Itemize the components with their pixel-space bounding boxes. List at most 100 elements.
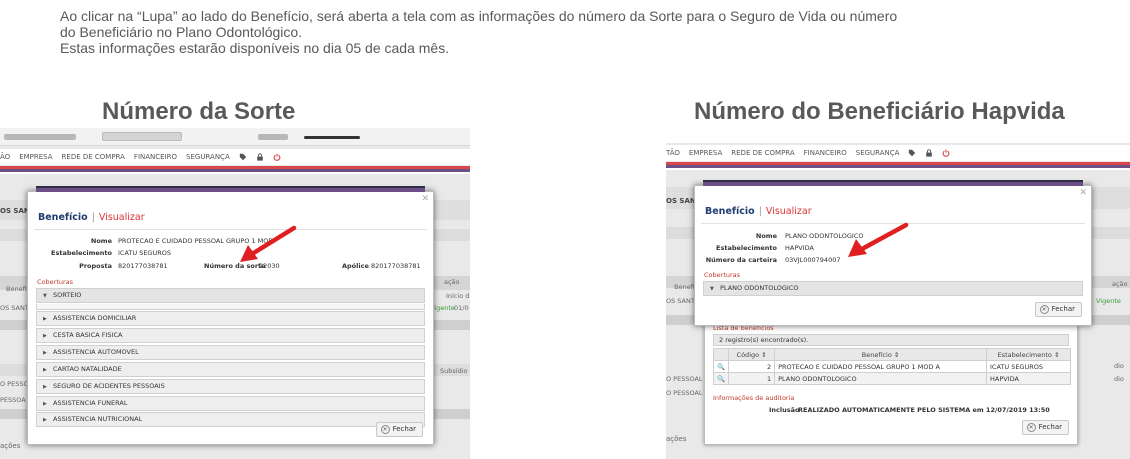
fechar-button[interactable]: ✕ Fechar (1021, 420, 1069, 435)
label-inclusao: Inclusão (769, 406, 800, 414)
close-circle-icon: ✕ (380, 424, 390, 434)
bg-text: PESSOA (0, 396, 26, 404)
blurred-text (4, 134, 76, 140)
label-apolice: Apólice (342, 262, 369, 270)
cobertura-label: SORTEIO (53, 291, 82, 299)
lock-icon[interactable] (925, 149, 933, 157)
cobertura-item-sorteio[interactable]: ▼ SORTEIO (36, 288, 425, 303)
cobertura-item[interactable]: ▶ SEGURO DE ACIDENTES PESSOAIS (36, 379, 425, 394)
nav-menu: TÃO EMPRESA REDE DE COMPRA FINANCEIRO SE… (666, 145, 1130, 161)
value-estabelecimento: HAPVIDA (785, 244, 814, 252)
blurred-select (102, 132, 182, 141)
intro-line-2: do Beneficiário no Plano Odontológico. (60, 24, 303, 40)
beneficios-table: Código ⇕ Benefício ⇕ Estabelecimento ⇕ 🔍… (712, 348, 1071, 385)
value-carteira: 03VJL000794007 (785, 256, 841, 264)
blurred-text (258, 134, 288, 140)
header-stripe (666, 168, 1130, 170)
cobertura-item[interactable]: ▶ ASSISTENCIA FUNERAL (36, 396, 425, 411)
table-header: Código ⇕ Benefício ⇕ Estabelecimento ⇕ (712, 348, 1071, 361)
cobertura-label: ASSISTENCIA DOMICILIAR (53, 314, 137, 322)
lock-icon[interactable] (256, 153, 264, 161)
value-estabelecimento: ICATU SEGUROS (118, 249, 171, 257)
table-row[interactable]: 🔍 2 PROTECAO E CUIDADO PESSOAL GRUPO 1 M… (712, 360, 1071, 373)
table-row[interactable]: 🔍 1 PLANO ODONTOLOGICO HAPVIDA (712, 372, 1071, 385)
col-label: Benefício (861, 350, 892, 359)
label-nome: Nome (755, 232, 777, 240)
label-estabelecimento: Estabelecimento (51, 249, 112, 257)
cobertura-label: ASSISTENCIA NUTRICIONAL (53, 415, 143, 423)
cobertura-label: ASSISTENCIA AUTOMOVEL (53, 348, 139, 356)
value-inclusao: REALIZADO AUTOMATICAMENTE PELO SISTEMA e… (798, 406, 1050, 414)
nav-item-financeiro[interactable]: FINANCEIRO (134, 153, 177, 161)
col-beneficio[interactable]: Benefício ⇕ (774, 348, 987, 361)
red-arrow-icon (240, 225, 297, 262)
cobertura-item[interactable]: ▶ ASSISTENCIA NUTRICIONAL (36, 412, 425, 427)
nav-item-financeiro[interactable]: FINANCEIRO (804, 149, 847, 157)
header-stripe (0, 172, 470, 174)
nav-item-rede-compra[interactable]: REDE DE COMPRA (62, 153, 125, 161)
cell-estabelecimento: ICATU SEGUROS (986, 360, 1071, 373)
nav-item-seguranca[interactable]: SEGURANÇA (856, 149, 900, 157)
fechar-button[interactable]: ✕ Fechar (1034, 302, 1082, 317)
col-codigo[interactable]: Código ⇕ (728, 348, 776, 361)
record-count: 2 registro(s) encontrado(s). (719, 336, 809, 344)
modal-title: Benefício | Visualizar (38, 212, 145, 223)
value-proposta: 820177038781 (118, 262, 168, 270)
bg-text: O PESSOAL - (666, 375, 707, 383)
label-proposta: Proposta (79, 262, 112, 270)
coberturas-label: Coberturas (704, 271, 741, 279)
lista-beneficios-panel: Lista de benefícios 2 registro(s) encont… (704, 313, 1078, 445)
cobertura-label: CESTA BASICA FISICA (53, 331, 123, 339)
label-estabelecimento: Estabelecimento (716, 244, 777, 252)
tag-icon[interactable] (908, 149, 916, 157)
close-icon[interactable]: ✕ (421, 194, 429, 204)
cell-beneficio: PLANO ODONTOLOGICO (774, 372, 987, 385)
bg-text: Benefi (6, 285, 27, 293)
intro-line-3: Estas informações estarão disponíveis no… (60, 40, 450, 56)
nav-item-seguranca[interactable]: SEGURANÇA (186, 153, 230, 161)
close-circle-icon: ✕ (1039, 304, 1049, 314)
cobertura-item[interactable]: ▼ PLANO ODONTOLOGICO (703, 281, 1083, 296)
close-circle-icon: ✕ (1026, 422, 1036, 432)
magnifier-icon[interactable]: 🔍 (712, 360, 730, 373)
bg-text: Início d (446, 292, 470, 300)
fechar-label: Fechar (392, 425, 416, 433)
tag-icon[interactable] (239, 153, 247, 161)
caret-down-icon: ▼ (710, 286, 714, 292)
cell-estabelecimento: HAPVIDA (986, 372, 1071, 385)
coberturas-label: Coberturas (37, 278, 74, 286)
cell-codigo: 1 (728, 372, 776, 385)
value-apolice: 820177038781 (371, 262, 421, 270)
top-bar (0, 128, 470, 146)
status-vigente: Vigente (1096, 297, 1121, 305)
auditoria-label: Informações de auditoria (713, 394, 795, 402)
nav-item-empresa[interactable]: EMPRESA (19, 153, 52, 161)
col-estabelecimento[interactable]: Estabelecimento ⇕ (986, 348, 1071, 361)
label-nome: Nome (90, 237, 112, 245)
heading-numero-beneficiario: Número do Beneficiário Hapvida (694, 98, 1065, 125)
nav-item[interactable]: TÃO (666, 149, 680, 157)
close-icon[interactable]: ✕ (1079, 188, 1087, 198)
magnifier-icon[interactable]: 🔍 (712, 372, 730, 385)
caret-right-icon: ▶ (43, 417, 47, 423)
fechar-button[interactable]: ✕ Fechar (375, 422, 423, 437)
title-separator: | (758, 206, 762, 217)
bg-text: dio (1114, 375, 1124, 383)
cobertura-item[interactable]: ▶ ASSISTENCIA DOMICILIAR (36, 311, 425, 326)
cobertura-item[interactable]: ▶ ASSISTENCIA AUTOMOVEL (36, 345, 425, 360)
cobertura-item[interactable]: ▶ CARTAO NATALIDADE (36, 362, 425, 377)
power-icon[interactable] (942, 149, 950, 157)
fechar-label: Fechar (1038, 423, 1062, 431)
title-separator: | (91, 212, 95, 223)
nav-item-empresa[interactable]: EMPRESA (689, 149, 722, 157)
cobertura-expanded-area (36, 304, 425, 310)
blurred-bar (304, 136, 360, 139)
caret-right-icon: ▶ (43, 401, 47, 407)
power-icon[interactable] (273, 153, 281, 161)
intro-text: Ao clicar na “Lupa” ao lado do Benefício… (60, 8, 1060, 56)
col-label: Código (736, 350, 760, 359)
nav-item-rede-compra[interactable]: REDE DE COMPRA (731, 149, 794, 157)
nav-item[interactable]: ÃO (0, 153, 10, 161)
intro-line-1: Ao clicar na “Lupa” ao lado do Benefício… (60, 8, 898, 24)
cobertura-item[interactable]: ▶ CESTA BASICA FISICA (36, 328, 425, 343)
